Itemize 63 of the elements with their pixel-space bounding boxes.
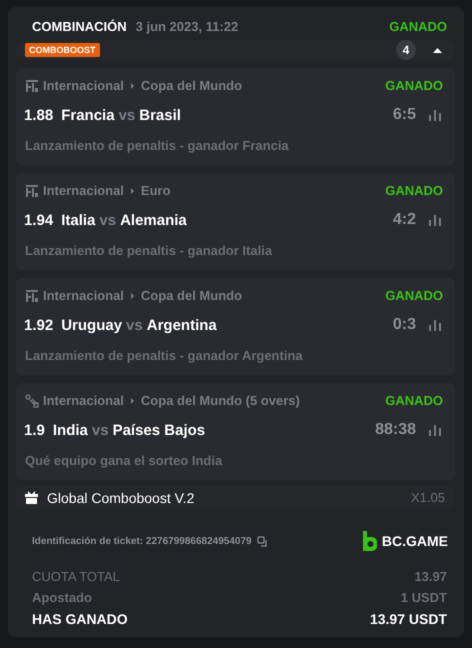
market-label: Lanzamiento de penaltis - ganador Italia xyxy=(25,243,274,258)
category-label: Internacional xyxy=(43,393,124,408)
total-label: HAS GANADO xyxy=(32,611,128,627)
vs-label: vs xyxy=(118,106,136,124)
score: 4:2 xyxy=(392,211,416,230)
gift-icon xyxy=(25,491,38,504)
leg-status: GANADO xyxy=(385,183,443,198)
vs-label: vs xyxy=(92,422,109,439)
copy-icon[interactable] xyxy=(256,536,268,546)
market-label: Qué equipo gana el sorteo India xyxy=(25,453,224,468)
market-label: Lanzamiento de penaltis - ganador Francia xyxy=(25,138,290,154)
vs-label: vs xyxy=(99,212,116,229)
market-label: Lanzamiento de penaltis - ganador Argentina xyxy=(25,348,304,364)
team-name: Italia xyxy=(61,212,96,229)
team-name: Argentina xyxy=(146,316,217,334)
odds-value: 1.94 xyxy=(24,212,54,229)
team-name: Uruguay xyxy=(61,316,122,334)
stats-icon[interactable] xyxy=(429,320,441,331)
chevron-right-icon xyxy=(130,82,135,90)
tournament-label: Euro xyxy=(140,183,171,198)
chevron-right-icon xyxy=(130,396,135,405)
leg-status: GANADO xyxy=(385,288,443,304)
caret-up-icon[interactable] xyxy=(433,48,442,53)
score: 0:3 xyxy=(392,316,416,334)
team-name: Países Bajos xyxy=(112,422,206,439)
vs-label: vs xyxy=(126,316,143,334)
bet-status: GANADO xyxy=(389,19,447,34)
stats-icon[interactable] xyxy=(429,424,441,436)
category-label: Internacional xyxy=(43,183,124,198)
tournament-label: Copa del Mundo (5 overs) xyxy=(140,393,300,408)
stats-icon[interactable] xyxy=(429,214,441,226)
leg-status: GANADO xyxy=(385,78,443,94)
tournament-label: Copa del Mundo xyxy=(140,78,242,94)
team-name: Brasil xyxy=(139,106,181,124)
chevron-right-icon xyxy=(130,186,135,195)
total-value: 1 USDT xyxy=(400,590,447,605)
leg-count: 4 xyxy=(396,40,416,60)
total-value: 13.97 USDT xyxy=(370,611,447,627)
boost-multiplier: X1.05 xyxy=(411,490,445,506)
comboboost-badge: COMBOBOOST xyxy=(25,43,100,58)
chevron-right-icon xyxy=(130,292,135,300)
stats-icon[interactable] xyxy=(429,110,441,121)
odds-value: 1.92 xyxy=(24,316,54,334)
team-name: Alemania xyxy=(120,212,187,229)
total-label: Apostado xyxy=(32,590,92,605)
odds-value: 1.88 xyxy=(24,106,54,124)
category-label: Internacional xyxy=(43,288,124,304)
leg-status: GANADO xyxy=(385,393,443,408)
team-name: Francia xyxy=(61,106,115,124)
team-name: India xyxy=(52,422,88,439)
score: 88:38 xyxy=(375,421,416,440)
category-label: Internacional xyxy=(43,78,124,94)
total-label: CUOTA TOTAL xyxy=(32,569,120,584)
ticket-id: Identificación de ticket: 2276799866824954079 xyxy=(32,536,252,546)
tournament-label: Copa del Mundo xyxy=(140,288,242,304)
bet-type: COMBINACIÓN xyxy=(32,19,127,34)
boost-label: Global Comboboost V.2 xyxy=(47,490,194,506)
bet-date: 3 jun 2023, 11:22 xyxy=(136,19,238,34)
brand-name: BC.GAME xyxy=(382,533,448,549)
odds-value: 1.9 xyxy=(24,422,45,439)
total-value: 13.97 xyxy=(414,569,447,584)
score: 6:5 xyxy=(392,106,416,124)
logo-icon xyxy=(362,531,378,551)
